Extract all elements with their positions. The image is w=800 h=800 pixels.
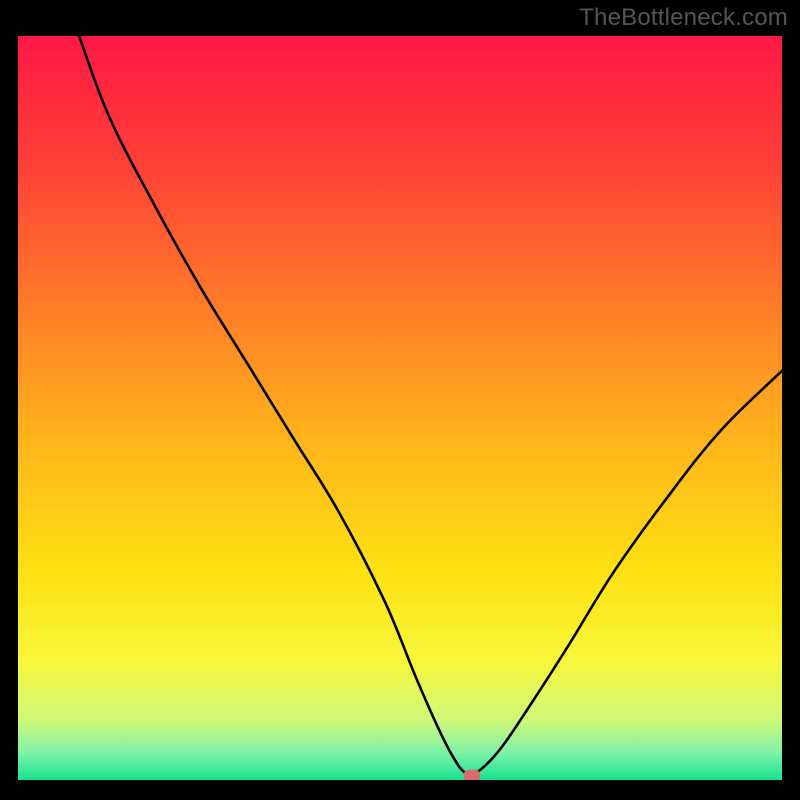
plot-area	[18, 36, 782, 780]
gradient-background	[18, 36, 782, 780]
watermark-text: TheBottleneck.com	[579, 4, 788, 32]
chart-frame: TheBottleneck.com	[0, 0, 800, 800]
chart-svg	[18, 36, 782, 780]
optimal-marker	[463, 770, 480, 780]
